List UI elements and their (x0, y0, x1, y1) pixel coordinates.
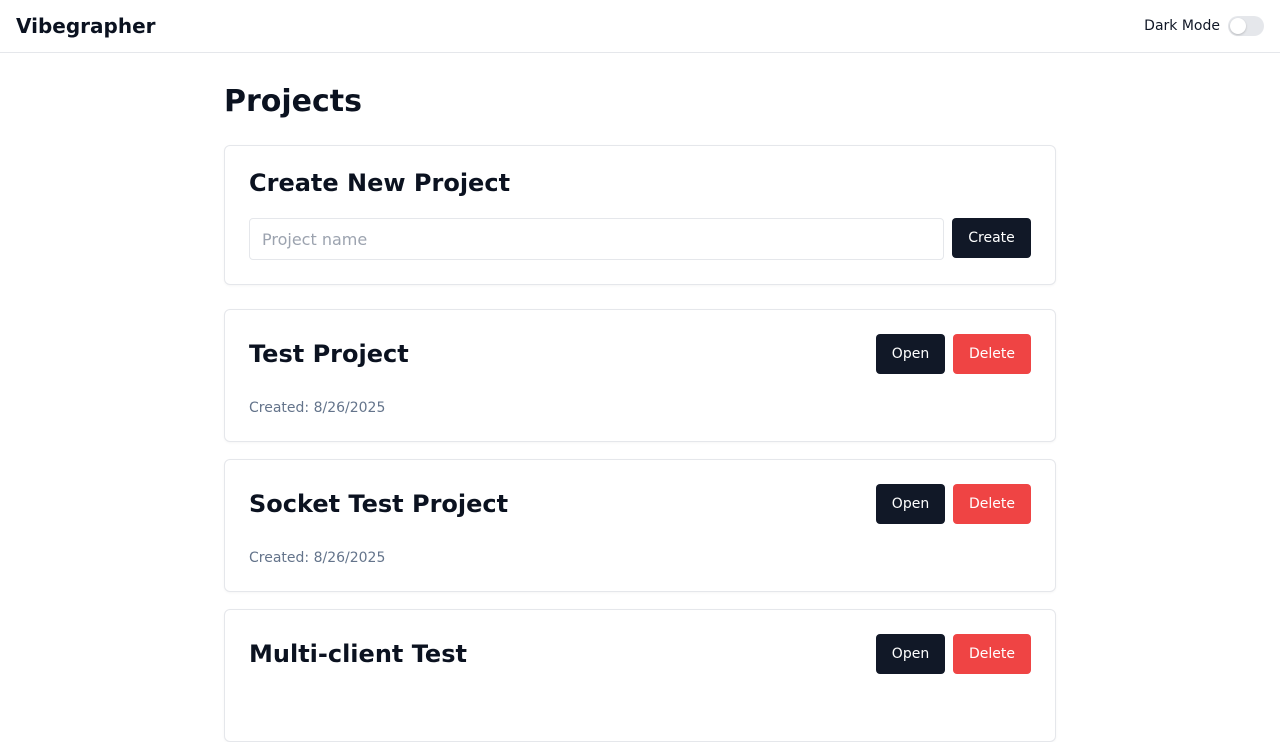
delete-button[interactable]: Delete (953, 484, 1031, 524)
open-button[interactable]: Open (876, 484, 945, 524)
project-name: Multi-client Test (249, 640, 467, 668)
open-button[interactable]: Open (876, 634, 945, 674)
project-created-date: Created: 8/26/2025 (249, 550, 386, 566)
create-project-card: Create New Project Create (224, 145, 1056, 285)
project-card: Test Project Open Delete Created: 8/26/2… (224, 309, 1056, 442)
project-card: Socket Test Project Open Delete Created:… (224, 459, 1056, 592)
dark-mode-toggle[interactable] (1228, 16, 1264, 36)
project-card: Multi-client Test Open Delete (224, 609, 1056, 742)
dark-mode-control: Dark Mode (1144, 16, 1264, 36)
page-title: Projects (224, 84, 363, 119)
project-name-input[interactable] (249, 218, 944, 260)
project-name: Test Project (249, 340, 409, 368)
top-bar: Vibegrapher Dark Mode (0, 0, 1280, 53)
create-project-title: Create New Project (249, 169, 511, 197)
dark-mode-label: Dark Mode (1144, 18, 1220, 34)
project-name: Socket Test Project (249, 490, 509, 518)
delete-button[interactable]: Delete (953, 634, 1031, 674)
open-button[interactable]: Open (876, 334, 945, 374)
project-created-date: Created: 8/26/2025 (249, 400, 386, 416)
create-button[interactable]: Create (952, 218, 1031, 258)
delete-button[interactable]: Delete (953, 334, 1031, 374)
app-brand[interactable]: Vibegrapher (16, 13, 156, 39)
toggle-knob (1230, 18, 1246, 34)
